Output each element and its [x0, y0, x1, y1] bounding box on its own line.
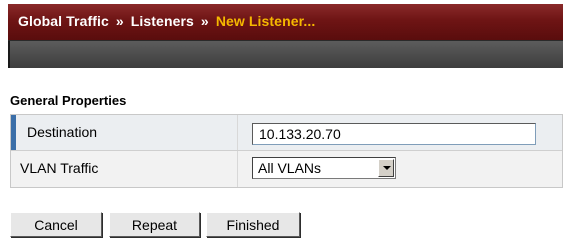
breadcrumb: Global Traffic » Listeners » New Listener...: [18, 13, 315, 29]
breadcrumb-separator: »: [115, 13, 124, 29]
title-bar: Global Traffic » Listeners » New Listener...: [8, 4, 563, 40]
section-title: General Properties: [10, 93, 127, 108]
destination-label: Destination: [27, 124, 98, 140]
destination-row: Destination: [11, 115, 562, 151]
breadcrumb-separator: »: [200, 13, 209, 29]
vlan-traffic-select[interactable]: All VLANs: [252, 157, 396, 179]
breadcrumb-current: New Listener...: [215, 13, 316, 29]
properties-table: Destination VLAN Traffic All VLANs: [10, 114, 563, 188]
menu-bar: [8, 40, 563, 68]
menu-bar-divider: [8, 41, 10, 68]
destination-label-cell: Destination: [11, 115, 238, 150]
breadcrumb-global-traffic[interactable]: Global Traffic: [18, 13, 109, 29]
vlan-traffic-label-cell: VLAN Traffic: [11, 151, 238, 187]
vlan-traffic-row: VLAN Traffic All VLANs: [11, 151, 562, 187]
cancel-button[interactable]: Cancel: [10, 212, 102, 237]
vlan-traffic-selected: All VLANs: [258, 160, 322, 176]
breadcrumb-listeners[interactable]: Listeners: [131, 13, 194, 29]
repeat-button[interactable]: Repeat: [109, 212, 200, 237]
destination-input[interactable]: [252, 123, 536, 145]
vlan-traffic-label: VLAN Traffic: [20, 160, 99, 176]
finished-button[interactable]: Finished: [206, 212, 300, 237]
chevron-down-icon[interactable]: [378, 159, 394, 177]
